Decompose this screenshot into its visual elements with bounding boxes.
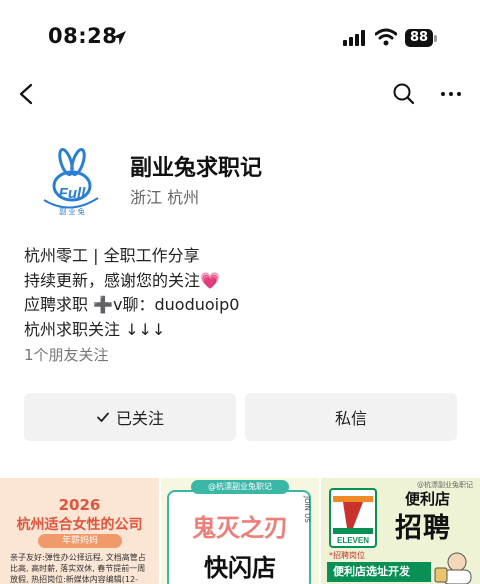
followed-button-label: 已关注 <box>115 409 164 428</box>
profile-location: 浙江 杭州 <box>130 188 200 207</box>
friends-follow-count[interactable]: 1个朋友关注 <box>24 343 464 367</box>
wifi-icon <box>375 28 397 46</box>
avatar[interactable]: Full 副 业 兔 <box>26 140 114 228</box>
check-icon <box>97 412 109 422</box>
posts-grid: 2026 杭州适合女性的公司 年薪妈妈 亲子友好:弹性办公择远程, 文档高管占比… <box>0 478 480 584</box>
post-thumbnail[interactable]: 2026 杭州适合女性的公司 年薪妈妈 亲子友好:弹性办公择远程, 文档高管占比… <box>0 478 159 584</box>
nav-bar <box>0 72 480 116</box>
followed-button[interactable]: 已关注 <box>24 393 236 441</box>
avatar-logo-text: Full <box>59 185 86 202</box>
post-thumbnail[interactable]: @杭漂副业兔职记 鬼灭之刃 快闪店 JOIN US <box>161 478 319 584</box>
status-bar: 08:28 88 <box>0 0 480 70</box>
battery-indicator: 88 <box>405 29 433 47</box>
post-band-label: 便利店选址开发 <box>327 562 431 582</box>
cellular-signal-icon <box>343 30 365 46</box>
post-tag: @杭漂副业兔职记 <box>191 480 289 494</box>
post-subtitle: 快闪店 <box>204 554 276 582</box>
message-button-label: 私信 <box>334 409 367 428</box>
post-side-text: JOIN US <box>303 496 311 523</box>
post-tag: *招聘岗位 <box>329 551 365 560</box>
post-recruit-title: 招聘 <box>395 513 451 544</box>
back-arrow-icon[interactable] <box>16 82 38 106</box>
bio-line: 杭州求职关注 ↓↓↓ <box>24 319 166 339</box>
post-headline: 杭州适合女性的公司 <box>16 517 143 533</box>
avatar-logo-subtext: 副 业 兔 <box>59 207 84 216</box>
post-year: 2026 <box>58 496 101 514</box>
post-thumbnail[interactable]: @杭漂副业兔职记 ELEVEN 便利店 招聘 *招聘岗位 便利店选址开发 <box>321 478 480 584</box>
location-arrow-icon <box>112 31 126 45</box>
rabbit-logo-icon: Full 副 业 兔 <box>43 148 99 216</box>
seven-eleven-logo-text: ELEVEN <box>337 536 369 545</box>
more-options-icon[interactable] <box>438 82 464 106</box>
bio-line: 应聘求职 ➕v聊：duoduoip0 <box>24 295 240 314</box>
bio: 杭州零工 | 全职工作分享 持续更新，感谢您的关注💗 应聘求职 ➕v聊：duod… <box>24 244 464 367</box>
bio-line: 杭州零工 | 全职工作分享 <box>24 246 200 265</box>
battery-tip <box>434 35 437 42</box>
person-illustration-icon <box>434 552 472 584</box>
status-time: 08:28 <box>48 24 118 48</box>
profile-name: 副业兔求职记 <box>130 156 263 181</box>
message-button[interactable]: 私信 <box>245 393 457 441</box>
search-icon[interactable] <box>392 82 416 106</box>
seven-eleven-logo-icon: ELEVEN <box>329 488 377 548</box>
post-ribbon: 年薪妈妈 <box>38 534 122 548</box>
post-title: 鬼灭之刃 <box>192 514 288 542</box>
bio-line: 持续更新，感谢您的关注💗 <box>24 270 220 290</box>
post-body-text: 亲子友好:弹性办公择远程, 文档高管占比高, 高时薪, 落实双休, 春节提前一周… <box>10 553 146 584</box>
